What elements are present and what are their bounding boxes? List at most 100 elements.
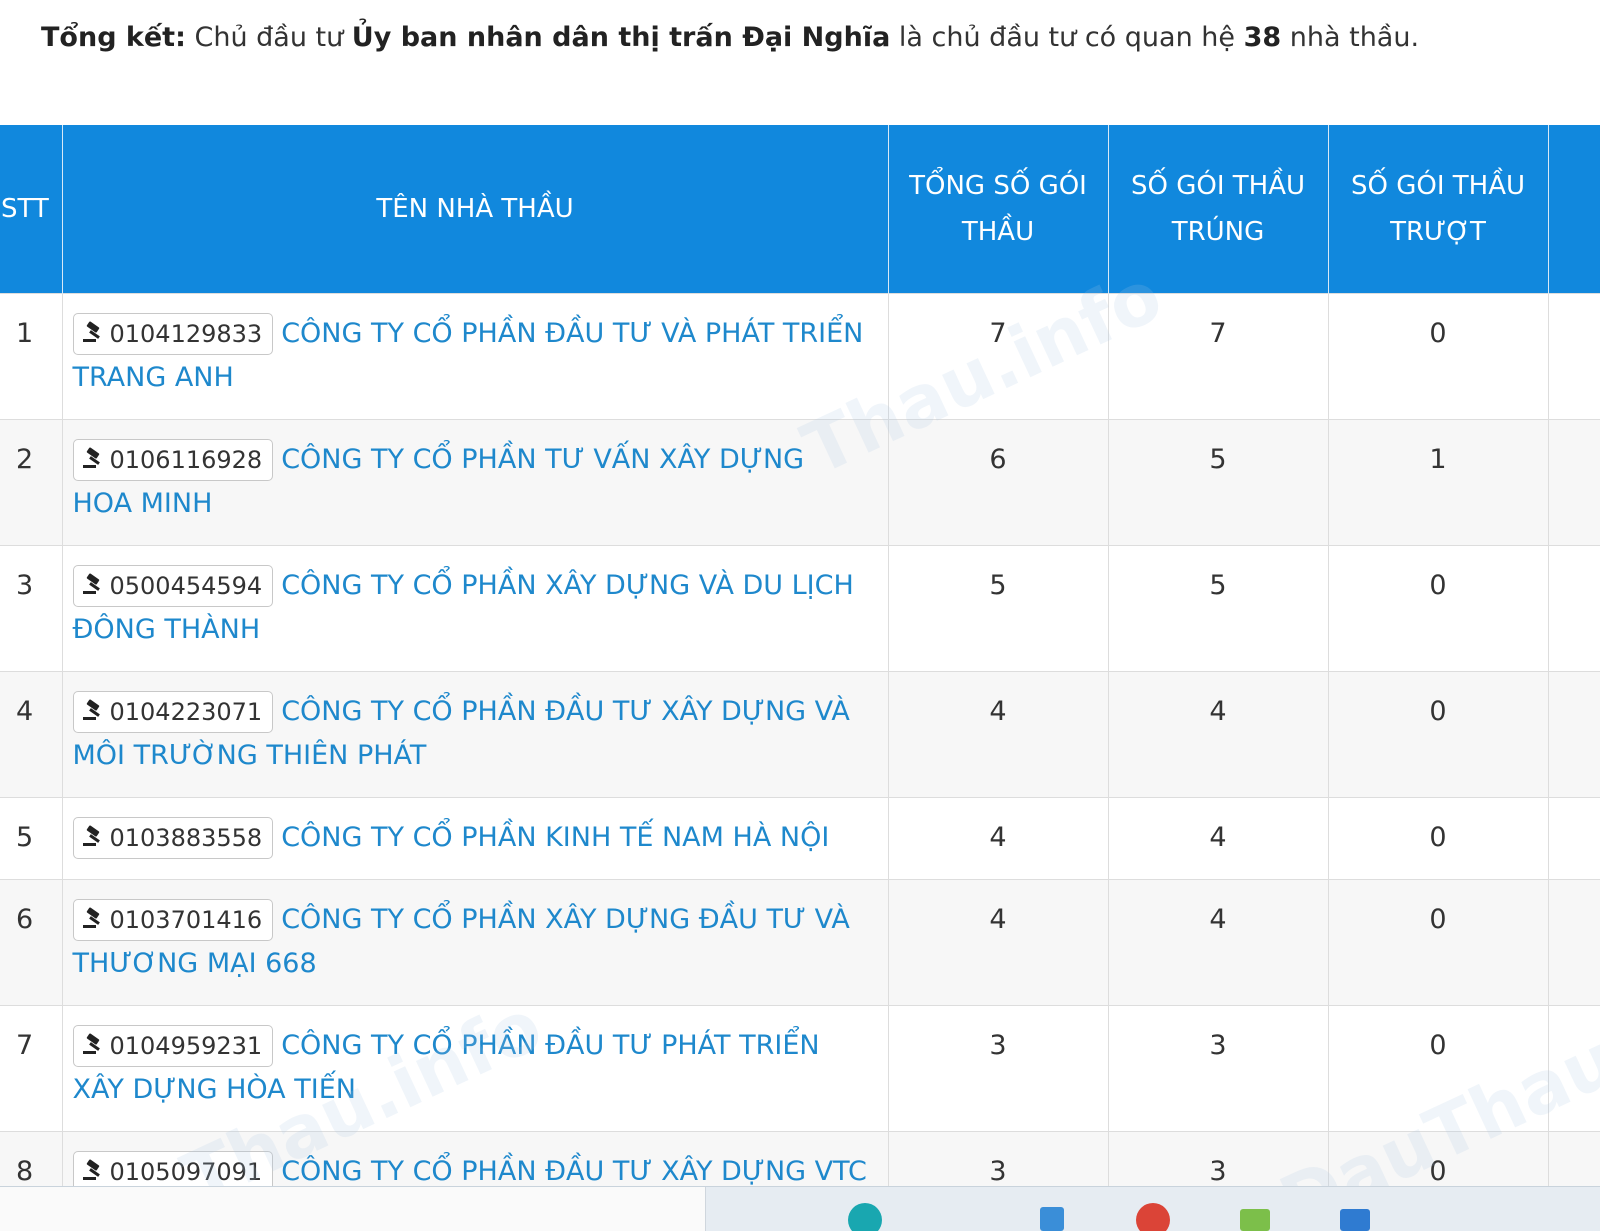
column-header-total-packages[interactable]: TỔNG SỐ GÓI THẦU: [888, 125, 1109, 293]
tax-id: 0500454594: [109, 571, 263, 600]
summary-line: Tổng kết: Chủ đầu tư Ủy ban nhân dân thị…: [41, 14, 1419, 62]
cell-extra: [1548, 418, 1600, 545]
tax-id-badge[interactable]: 0106116928: [72, 438, 274, 481]
cell-extra: [1548, 1130, 1600, 1194]
cell-contractor: 0500454594 CÔNG TY CỔ PHẦN XÂY DỰNG VÀ DU…: [62, 544, 889, 671]
cell-won-packages: 5: [1108, 544, 1329, 671]
mail-icon[interactable]: [1340, 1209, 1370, 1231]
cell-stt: 7: [0, 1004, 63, 1131]
cell-stt: 8: [0, 1130, 63, 1194]
cell-lost-packages: 0: [1328, 1004, 1549, 1131]
gavel-icon: [82, 1027, 106, 1067]
tax-id-badge[interactable]: 0104223071: [72, 690, 274, 733]
summary-text: Chủ đầu tư: [185, 22, 352, 53]
tax-id: 0104959231: [109, 1031, 263, 1060]
taskbar: [0, 1186, 1600, 1231]
cell-lost-packages: 0: [1328, 544, 1549, 671]
tax-id-badge[interactable]: 0103701416: [72, 898, 274, 941]
cell-contractor: 0104223071 CÔNG TY CỔ PHẦN ĐẦU TƯ XÂY DỰN…: [62, 670, 889, 797]
cell-won-packages: 4: [1108, 796, 1329, 879]
cell-won-packages: 3: [1108, 1130, 1329, 1194]
cell-extra: [1548, 292, 1600, 419]
summary-text: là chủ đầu tư có quan hệ: [890, 22, 1244, 53]
cell-won-packages: 5: [1108, 418, 1329, 545]
cell-stt: 1: [0, 292, 63, 419]
tax-id: 0106116928: [109, 445, 263, 474]
cell-stt: 6: [0, 878, 63, 1005]
column-header-stt[interactable]: STT: [0, 125, 63, 293]
contractor-table: STT TÊN NHÀ THẦU TỔNG SỐ GÓI THẦU SỐ GÓI…: [0, 125, 1600, 1194]
table-row[interactable]: 4 0104223071 CÔNG TY CỔ PHẦN ĐẦU TƯ XÂY DỰ…: [0, 670, 1600, 797]
page: Tổng kết: Chủ đầu tư Ủy ban nhân dân thị…: [0, 0, 1600, 1231]
chrome-icon[interactable]: [1136, 1203, 1170, 1231]
tax-id-badge[interactable]: 0500454594: [72, 564, 274, 607]
cell-total-packages: 6: [888, 418, 1109, 545]
tax-id: 0103883558: [109, 823, 263, 852]
contractor-name-link[interactable]: CÔNG TY CỔ PHẦN ĐẦU TƯ XÂY DỰNG VTC: [281, 1156, 867, 1187]
cell-won-packages: 4: [1108, 670, 1329, 797]
cell-contractor: 0104959231 CÔNG TY CỔ PHẦN ĐẦU TƯ PHÁT TR…: [62, 1004, 889, 1131]
table-row[interactable]: 8 0105097091 CÔNG TY CỔ PHẦN ĐẦU TƯ XÂY DỰ…: [0, 1130, 1600, 1194]
table-row[interactable]: 1 0104129833 CÔNG TY CỔ PHẦN ĐẦU TƯ VÀ PHÁ…: [0, 292, 1600, 419]
tax-id: 0103701416: [109, 905, 263, 934]
cell-total-packages: 4: [888, 878, 1109, 1005]
cell-total-packages: 5: [888, 544, 1109, 671]
column-header-contractor-name[interactable]: TÊN NHÀ THẦU: [62, 125, 889, 293]
summary-text: nhà thầu.: [1281, 22, 1420, 53]
cell-contractor: 0104129833 CÔNG TY CỔ PHẦN ĐẦU TƯ VÀ PHÁT…: [62, 292, 889, 419]
contractor-name-link[interactable]: CÔNG TY CỔ PHẦN KINH TẾ NAM HÀ NỘI: [281, 822, 829, 853]
cell-stt: 2: [0, 418, 63, 545]
cell-lost-packages: 0: [1328, 292, 1549, 419]
table-row[interactable]: 3 0500454594 CÔNG TY CỔ PHẦN XÂY DỰNG VÀ D…: [0, 544, 1600, 671]
table-row[interactable]: 6 0103701416 CÔNG TY CỔ PHẦN XÂY DỰNG ĐẦU …: [0, 878, 1600, 1005]
tax-id: 0104223071: [109, 697, 263, 726]
tax-id-badge[interactable]: 0103883558: [72, 816, 274, 859]
cell-stt: 5: [0, 796, 63, 879]
cell-total-packages: 7: [888, 292, 1109, 419]
column-header-extra: [1548, 125, 1600, 293]
summary-label: Tổng kết:: [41, 22, 186, 53]
gavel-icon: [82, 441, 106, 481]
tax-id: 0104129833: [109, 319, 263, 348]
cell-stt: 4: [0, 670, 63, 797]
gavel-icon: [82, 819, 106, 859]
cell-won-packages: 7: [1108, 292, 1329, 419]
tax-id-badge[interactable]: 0104959231: [72, 1024, 274, 1067]
cell-won-packages: 3: [1108, 1004, 1329, 1131]
file-explorer-icon[interactable]: [1040, 1207, 1064, 1231]
cell-total-packages: 4: [888, 670, 1109, 797]
cell-lost-packages: 0: [1328, 796, 1549, 879]
table-row[interactable]: 5 0103883558 CÔNG TY CỔ PHẦN KINH TẾ NAM H…: [0, 796, 1600, 879]
gavel-icon: [82, 901, 106, 941]
cell-total-packages: 3: [888, 1004, 1109, 1131]
cell-won-packages: 4: [1108, 878, 1329, 1005]
cell-lost-packages: 0: [1328, 1130, 1549, 1194]
table-row[interactable]: 2 0106116928 CÔNG TY CỔ PHẦN TƯ VẤN XÂY DỰ…: [0, 418, 1600, 545]
tax-id: 0105097091: [109, 1157, 263, 1186]
gavel-icon: [82, 315, 106, 355]
cell-total-packages: 4: [888, 796, 1109, 879]
table-row[interactable]: 7 0104959231 CÔNG TY CỔ PHẦN ĐẦU TƯ PHÁT T…: [0, 1004, 1600, 1131]
cell-extra: [1548, 796, 1600, 879]
cell-extra: [1548, 1004, 1600, 1131]
taskbar-search-area[interactable]: [0, 1187, 706, 1231]
table-header-row: STT TÊN NHÀ THẦU TỔNG SỐ GÓI THẦU SỐ GÓI…: [0, 125, 1600, 293]
store-icon[interactable]: [1240, 1209, 1270, 1231]
contractor-count: 38: [1243, 22, 1282, 53]
cell-lost-packages: 0: [1328, 878, 1549, 1005]
owner-name: Ủy ban nhân dân thị trấn Đại Nghĩa: [351, 22, 891, 53]
cell-lost-packages: 1: [1328, 418, 1549, 545]
gavel-icon: [82, 567, 106, 607]
cell-contractor: 0103883558 CÔNG TY CỔ PHẦN KINH TẾ NAM HÀ…: [62, 796, 889, 879]
edge-icon[interactable]: [848, 1203, 882, 1231]
gavel-icon: [82, 693, 106, 733]
tax-id-badge[interactable]: 0104129833: [72, 312, 274, 355]
cell-extra: [1548, 544, 1600, 671]
cell-total-packages: 3: [888, 1130, 1109, 1194]
cell-stt: 3: [0, 544, 63, 671]
column-header-lost-packages[interactable]: SỐ GÓI THẦU TRƯỢT: [1328, 125, 1549, 293]
cell-contractor: 0106116928 CÔNG TY CỔ PHẦN TƯ VẤN XÂY DỰN…: [62, 418, 889, 545]
column-header-won-packages[interactable]: SỐ GÓI THẦU TRÚNG: [1108, 125, 1329, 293]
cell-extra: [1548, 878, 1600, 1005]
cell-extra: [1548, 670, 1600, 797]
